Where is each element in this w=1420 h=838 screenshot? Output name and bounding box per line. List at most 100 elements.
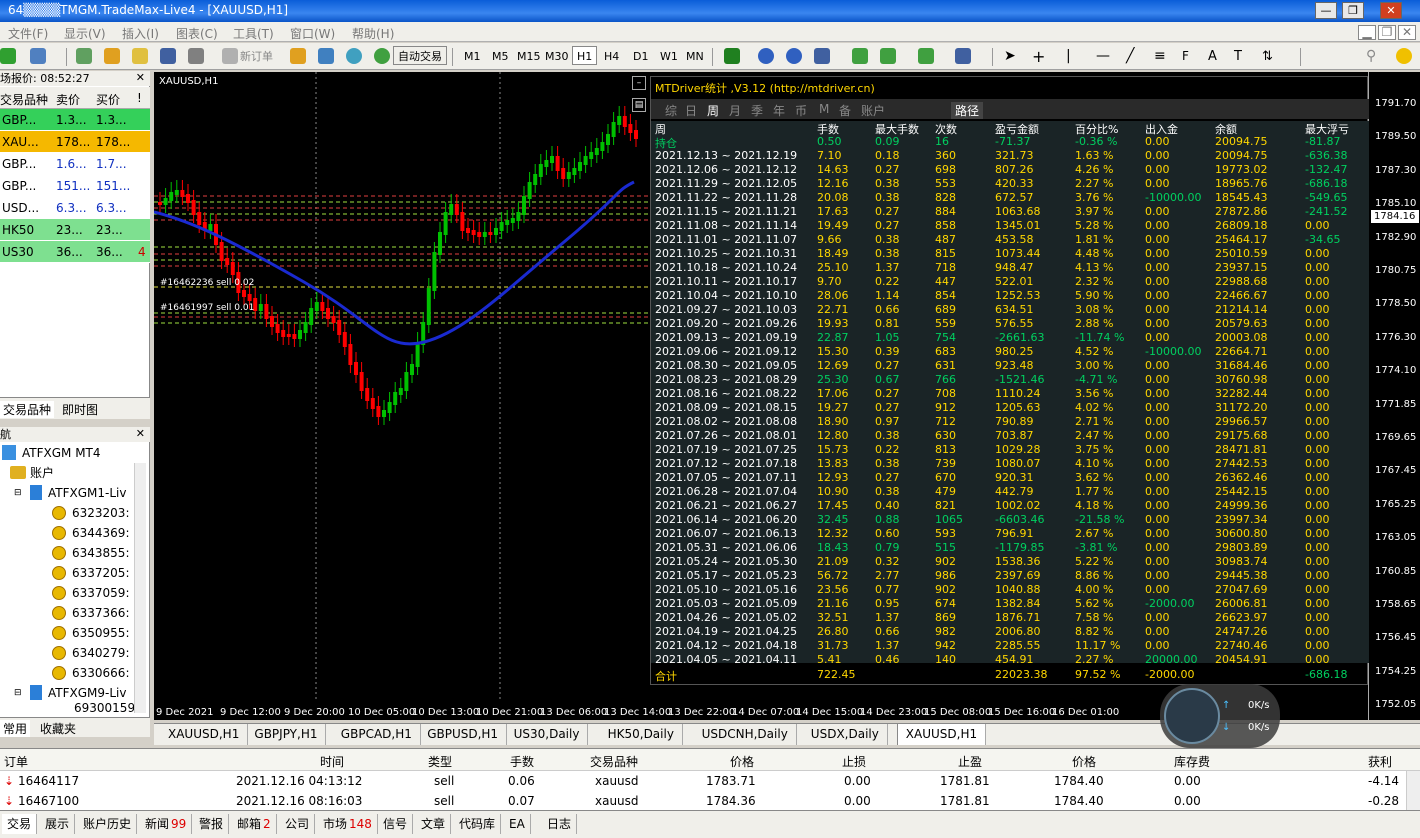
terminal-tab[interactable]: EA <box>504 814 531 834</box>
col-order[interactable]: 订单 <box>4 753 28 770</box>
tab-favorites[interactable]: 收藏夹 <box>40 720 76 737</box>
nav-account-item[interactable]: 6337059: <box>52 583 130 603</box>
col-swap[interactable]: 库存费 <box>1174 753 1210 770</box>
nav-account-item[interactable]: 69300159 <box>74 701 135 715</box>
close-button[interactable]: ✕ <box>1380 2 1402 19</box>
stats-tab[interactable]: 账户 <box>861 102 885 119</box>
tab-favorites-common[interactable]: 常用 <box>0 720 31 737</box>
stats-row[interactable]: 2021.04.19 ~ 2021.04.25 26.80 0.66 982 2006.… <box>651 625 1369 639</box>
chart-tab[interactable]: USDCNH,Daily <box>694 724 797 745</box>
market-watch-row[interactable]: HK50 23... 23... <box>0 219 150 241</box>
minimize-icon[interactable]: – <box>632 76 646 90</box>
nav-server[interactable]: ⊟ ATFXGM1-Liv <box>14 483 126 503</box>
stats-row[interactable]: 2021.11.01 ~ 2021.11.07 9.66 0.38 487 453.58… <box>651 233 1369 247</box>
stats-row[interactable]: 2021.08.02 ~ 2021.08.08 18.90 0.97 712 790.8… <box>651 415 1369 429</box>
stats-tab[interactable]: M <box>819 102 829 116</box>
stats-row[interactable]: 2021.09.20 ~ 2021.09.26 19.93 0.81 559 576.5… <box>651 317 1369 331</box>
cursor-icon[interactable]: ➤ <box>1004 47 1016 66</box>
menu-view[interactable]: 显示(V) <box>64 25 106 42</box>
col-cur-price[interactable]: 价格 <box>1072 753 1096 770</box>
market-watch-row[interactable]: XAU... 178... 178... <box>0 131 150 153</box>
stats-row[interactable]: 2021.10.11 ~ 2021.10.17 9.70 0.22 447 522.01… <box>651 275 1369 289</box>
chart-tab[interactable]: GBPJPY,H1 <box>246 724 327 745</box>
market-watch-row[interactable]: USD... 6.3... 6.3... <box>0 197 150 219</box>
chart-tab[interactable]: XAUUSD,H1 <box>896 724 987 745</box>
stats-row[interactable]: 2021.06.21 ~ 2021.06.27 17.45 0.40 821 1002.… <box>651 499 1369 513</box>
autoscroll-icon[interactable] <box>880 48 896 64</box>
col-tp[interactable]: 止盈 <box>958 753 982 770</box>
maximize-button[interactable]: ❐ <box>1342 2 1364 19</box>
terminal-tab[interactable]: 警报 <box>194 814 230 834</box>
auto-trade-button[interactable]: 自动交易 <box>393 46 447 65</box>
col-symbol[interactable]: 交易品种 <box>0 91 48 108</box>
stats-row[interactable]: 2021.06.14 ~ 2021.06.20 32.45 0.88 1065 -660… <box>651 513 1369 527</box>
stats-row[interactable]: 2021.11.08 ~ 2021.11.14 19.49 0.27 858 1345.… <box>651 219 1369 233</box>
nav-accounts[interactable]: 账户 <box>10 463 54 483</box>
vertical-line-icon[interactable]: | <box>1066 47 1071 66</box>
market-watch-icon[interactable] <box>76 48 92 64</box>
channel-icon[interactable]: ≡ <box>1154 47 1166 66</box>
stats-row[interactable]: 2021.08.09 ~ 2021.08.15 19.27 0.27 912 1205.… <box>651 401 1369 415</box>
nav-account-item[interactable]: 6337366: <box>52 603 130 623</box>
col-symbol[interactable]: 交易品种 <box>590 753 638 770</box>
terminal-tab[interactable]: 账户历史 <box>78 814 138 834</box>
stats-row[interactable]: 2021.05.31 ~ 2021.06.06 18.43 0.79 515 -1179… <box>651 541 1369 555</box>
stats-row[interactable]: 2021.11.29 ~ 2021.12.05 12.16 0.38 553 420.3… <box>651 177 1369 191</box>
stats-row[interactable]: 2021.08.30 ~ 2021.09.05 12.69 0.27 631 923.4… <box>651 359 1369 373</box>
stats-row[interactable]: 2021.12.06 ~ 2021.12.12 14.63 0.27 698 807.2… <box>651 163 1369 177</box>
close-icon[interactable]: ✕ <box>136 427 145 440</box>
tf-w1[interactable]: W1 <box>660 47 678 66</box>
chart-shift-icon[interactable] <box>852 48 868 64</box>
nav-account-item[interactable]: 6323203: <box>52 503 130 523</box>
nav-scrollbar[interactable] <box>134 463 146 713</box>
trendline-icon[interactable]: ╱ <box>1126 47 1134 66</box>
stats-row[interactable]: 2021.07.12 ~ 2021.07.18 13.83 0.38 739 1080.… <box>651 457 1369 471</box>
fibonacci-icon[interactable]: F <box>1182 47 1189 66</box>
navigator-icon[interactable] <box>132 48 148 64</box>
stats-row[interactable]: 2021.10.04 ~ 2021.10.10 28.06 1.14 854 1252.… <box>651 289 1369 303</box>
col-profit[interactable]: 获利 <box>1368 753 1392 770</box>
terminal-scrollbar[interactable] <box>1406 771 1420 811</box>
metaeditor-icon[interactable] <box>290 48 306 64</box>
stats-holding-row[interactable]: 持仓 0.50 0.09 16 -71.37 -0.36 % 0.00 20094.75 -81… <box>651 135 1369 150</box>
close-icon[interactable]: ✕ <box>136 71 145 84</box>
menu-help[interactable]: 帮助(H) <box>352 25 394 42</box>
stats-tab[interactable]: 综 <box>665 102 677 119</box>
stats-tab[interactable]: 备 <box>839 102 851 119</box>
tf-h1[interactable]: H1 <box>572 46 598 65</box>
help-icon[interactable] <box>1396 48 1412 64</box>
horizontal-line-icon[interactable]: — <box>1096 47 1110 66</box>
stats-row[interactable]: 2021.08.23 ~ 2021.08.29 25.30 0.67 766 -1521… <box>651 373 1369 387</box>
market-watch-row[interactable]: GBP... 1.3... 1.3... <box>0 109 150 131</box>
new-order-button[interactable]: 新订单 <box>240 47 273 66</box>
indicators-icon[interactable] <box>918 48 934 64</box>
stats-row[interactable]: 2021.11.15 ~ 2021.11.21 17.63 0.27 884 1063.… <box>651 205 1369 219</box>
crosshair-icon[interactable]: + <box>1032 47 1045 66</box>
tf-m5[interactable]: M5 <box>492 47 509 66</box>
terminal-tab[interactable]: 信号 <box>378 814 414 834</box>
nav-account-item[interactable]: 6350955: <box>52 623 130 643</box>
tile-windows-icon[interactable] <box>814 48 830 64</box>
tf-m1[interactable]: M1 <box>464 47 481 66</box>
community-icon[interactable] <box>346 48 362 64</box>
market-watch-row[interactable]: US30 36... 36... 4 <box>0 241 150 263</box>
menu-tools[interactable]: 工具(T) <box>233 25 274 42</box>
tf-m30[interactable]: M30 <box>545 47 569 66</box>
chart-tab[interactable]: GBPCAD,H1 <box>333 724 421 745</box>
col-sl[interactable]: 止损 <box>842 753 866 770</box>
stats-row[interactable]: 2021.05.24 ~ 2021.05.30 21.09 0.32 902 1538.… <box>651 555 1369 569</box>
tab-tick-chart[interactable]: 即时图 <box>62 401 98 418</box>
zoom-in-icon[interactable] <box>758 48 774 64</box>
col-time[interactable]: 时间 <box>320 753 344 770</box>
stats-row[interactable]: 2021.12.13 ~ 2021.12.19 7.10 0.18 360 321.73… <box>651 149 1369 163</box>
stats-tab[interactable]: 路径 <box>951 102 984 119</box>
child-close-icon[interactable]: ✕ <box>1398 25 1416 40</box>
minimize-button[interactable]: — <box>1315 2 1337 19</box>
text-tool-icon[interactable]: A <box>1208 47 1217 66</box>
menu-window[interactable]: 窗口(W) <box>290 25 335 42</box>
stats-row[interactable]: 2021.07.05 ~ 2021.07.11 12.93 0.27 670 920.3… <box>651 471 1369 485</box>
nav-root[interactable]: ATFXGM MT4 <box>2 443 101 463</box>
market-watch-row[interactable]: GBP... 151... 151... <box>0 175 150 197</box>
market-watch-row[interactable]: GBP... 1.6... 1.7... <box>0 153 150 175</box>
stats-row[interactable]: 2021.09.06 ~ 2021.09.12 15.30 0.39 683 980.2… <box>651 345 1369 359</box>
